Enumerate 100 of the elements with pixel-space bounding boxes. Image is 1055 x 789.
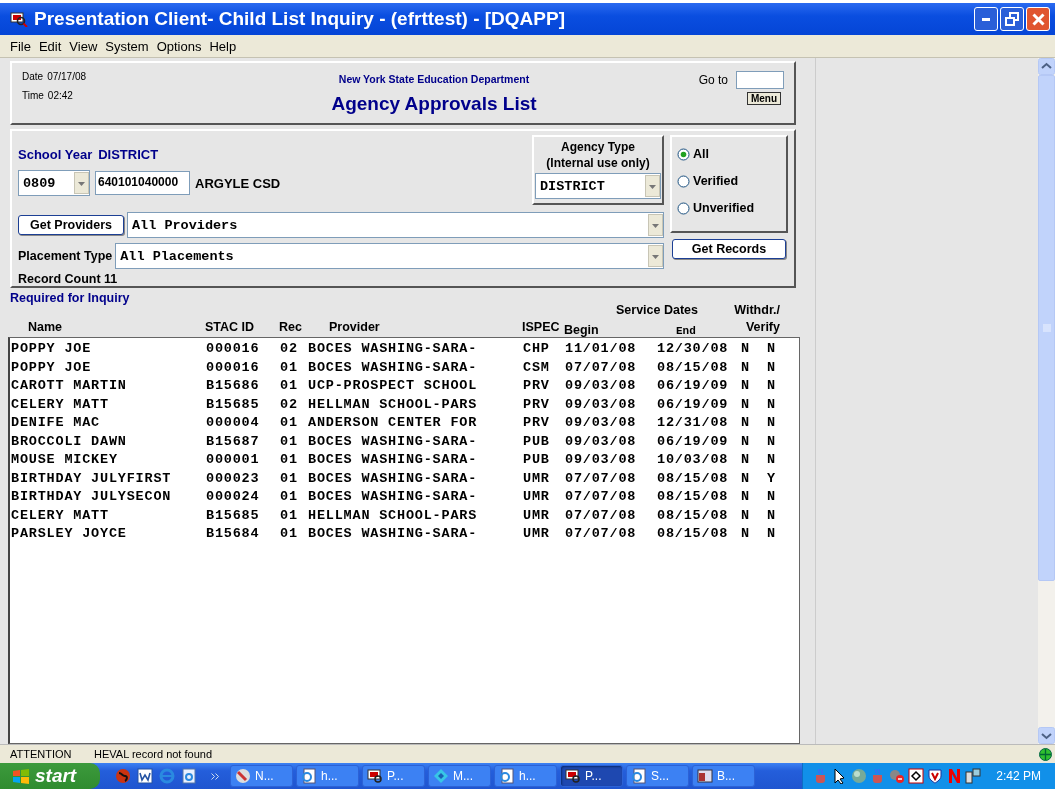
table-cell-text: 07/07/08: [564, 488, 638, 506]
table-cell-text: 12/31/08: [656, 414, 730, 432]
radio-button[interactable]: [677, 174, 690, 188]
diamond-icon: [433, 768, 449, 784]
table-cell-text: BOCES WASHING-SARA-: [307, 451, 479, 469]
window-magnifier-icon: [367, 768, 383, 784]
placement-dropdown[interactable]: All Placements: [115, 243, 664, 269]
table-cell-text: PUB: [522, 451, 551, 469]
diamond-icon[interactable]: [908, 768, 925, 784]
taskbar-button[interactable]: N...: [230, 765, 293, 787]
district-code-field[interactable]: 640101040000: [95, 171, 190, 195]
table-cell-text: 10/03/08: [656, 451, 730, 469]
menu-item[interactable]: Edit: [38, 38, 62, 54]
table-cell-text: N: [766, 395, 777, 414]
table-cell-text: N: [740, 395, 751, 414]
table-cell-text: N: [766, 340, 777, 358]
school-year-dropdown[interactable]: 0809: [18, 170, 90, 196]
agency-type-dropdown[interactable]: DISTRICT: [535, 173, 661, 199]
get-providers-button[interactable]: Get Providers: [18, 215, 124, 235]
speaker-muted-icon[interactable]: [889, 768, 906, 784]
date-label: Date: [22, 71, 44, 82]
table-cell-text: B15687: [205, 432, 261, 451]
restore-button[interactable]: [1000, 7, 1024, 31]
radio-option[interactable]: Unverified: [677, 201, 786, 215]
table-caption: Required for Inquiry: [10, 291, 131, 303]
table-cell-text: BROCCOLI DAWN: [10, 432, 128, 451]
table-cell-text: B15686: [205, 377, 261, 395]
table-cell-text: UCP-PROSPECT SCHOOL: [307, 377, 479, 395]
network-icon[interactable]: [965, 768, 982, 784]
table-cell-text: PRV: [522, 414, 551, 432]
clock: 2:42 PM: [996, 769, 1041, 783]
radio-button[interactable]: [677, 147, 690, 161]
menu-button[interactable]: Menu: [746, 92, 781, 105]
district-label: DISTRICT: [98, 147, 159, 162]
column-header: Provider: [328, 320, 381, 336]
table-cell-text: 06/19/09: [656, 395, 730, 414]
disc-icon: [235, 768, 251, 784]
globe-icon[interactable]: [115, 768, 131, 784]
document-icon: [499, 768, 515, 784]
table-cell-text: PRV: [522, 377, 551, 395]
table-cell-text: 08/15/08: [656, 525, 730, 543]
placement-type-label: Placement Type: [18, 249, 113, 263]
table-cell-text: N: [766, 432, 777, 451]
minimize-button[interactable]: [974, 7, 998, 31]
table-cell-text: N: [740, 414, 751, 432]
table-cell-text: 000024: [205, 488, 261, 506]
get-records-button[interactable]: Get Records: [672, 239, 786, 259]
taskbar-button[interactable]: h...: [494, 765, 557, 787]
page-icon[interactable]: [181, 768, 197, 784]
column-header: STAC ID: [205, 320, 256, 336]
table-cell-text: N: [740, 488, 751, 506]
close-button[interactable]: [1026, 7, 1050, 31]
table-cell-text: BOCES WASHING-SARA-: [307, 432, 479, 451]
table-cell-text: 09/03/08: [564, 414, 638, 432]
table-cell-text: N: [766, 451, 777, 469]
table-cell-text: POPPY JOE: [10, 340, 93, 358]
table-cell-text: UMR: [522, 488, 551, 506]
restore-icon: [1005, 12, 1019, 26]
status-message: HEVAL record not found: [94, 748, 213, 760]
table-cell-text: BOCES WASHING-SARA-: [307, 358, 479, 377]
providers-dropdown[interactable]: All Providers: [127, 212, 664, 238]
agency-type-label: Agency Type: [561, 139, 635, 155]
menu-item[interactable]: Options: [156, 38, 202, 54]
goto-field[interactable]: [736, 71, 784, 89]
table-cell-text: 12/30/08: [656, 340, 730, 358]
table-cell-text: CSM: [522, 358, 551, 377]
start-button[interactable]: start: [0, 763, 100, 789]
table-cell-text: CAROTT MARTIN: [10, 377, 128, 395]
taskbar-button[interactable]: h...: [296, 765, 359, 787]
table-cell-text: 02: [279, 395, 299, 414]
table-cell-text: 09/03/08: [564, 432, 638, 451]
taskbar-button[interactable]: S...: [626, 765, 689, 787]
taskbar-button[interactable]: M...: [428, 765, 491, 787]
table-cell-text: BOCES WASHING-SARA-: [307, 469, 479, 488]
taskbar-button[interactable]: P...: [560, 765, 623, 787]
shield-icon[interactable]: [927, 768, 944, 784]
table-cell-text: N: [740, 432, 751, 451]
table-cell-text: 08/15/08: [656, 488, 730, 506]
taskbar-button[interactable]: P...: [362, 765, 425, 787]
table-cell-text: N: [766, 488, 777, 506]
menu-item[interactable]: Help: [209, 38, 237, 54]
table-cell-text: 01: [279, 469, 299, 488]
windows-flag-icon: [12, 768, 30, 784]
menu-item[interactable]: System: [105, 38, 149, 54]
document-w-icon[interactable]: [137, 768, 153, 784]
table-cell-text: 11/01/08: [564, 340, 638, 358]
radio-option[interactable]: Verified: [677, 174, 786, 188]
table-cell-text: 08/15/08: [656, 506, 730, 525]
vertical-scrollbar[interactable]: [1038, 58, 1055, 744]
table-cell-text: 000023: [205, 469, 261, 488]
menu-item[interactable]: File: [10, 38, 31, 54]
table-cell-text: CELERY MATT: [10, 395, 110, 414]
taskbar-button[interactable]: B...: [692, 765, 755, 787]
close-icon: [1031, 12, 1045, 26]
double-chevron-icon[interactable]: [211, 772, 219, 780]
radio-option[interactable]: All: [677, 147, 786, 161]
menu-item[interactable]: View: [69, 38, 98, 54]
table-cell-text: UMR: [522, 506, 551, 525]
radio-button[interactable]: [677, 201, 690, 215]
table-cell-text: N: [740, 377, 751, 395]
